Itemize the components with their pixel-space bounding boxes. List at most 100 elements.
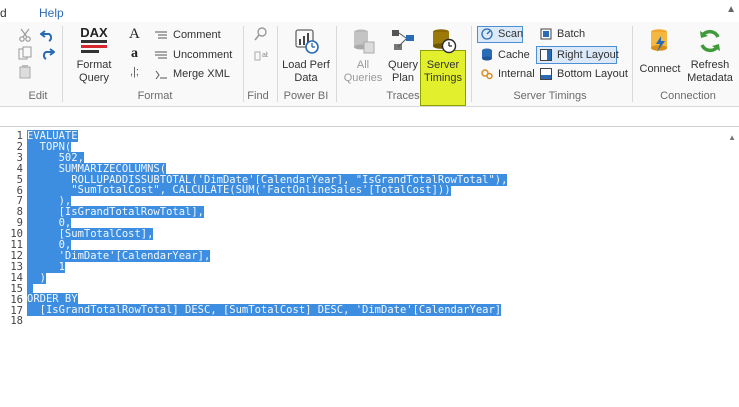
code-line[interactable]: 'DimDate'[CalendarYear],	[27, 249, 507, 262]
internal-icon	[481, 69, 493, 80]
scan-icon	[481, 28, 493, 40]
line-number: 18	[10, 315, 23, 328]
group-separator	[277, 26, 278, 102]
refresh-metadata-button[interactable]: Refresh Metadata	[684, 27, 736, 85]
line-number: 16	[10, 293, 23, 306]
bottom-layout-toggle[interactable]: Bottom Layout	[540, 68, 628, 80]
selected-code-text: "SumTotalCost", CALCULATE(SUM('FactOnlin…	[27, 184, 451, 197]
merge-xml-button[interactable]: Merge XML	[154, 68, 230, 80]
group-separator	[62, 26, 63, 102]
uncomment-label: Uncomment	[173, 49, 233, 61]
refresh-icon	[700, 29, 720, 53]
selected-code-text: [IsGrandTotalRowTotal] DESC, [SumTotalCo…	[27, 304, 502, 317]
server-timings-label-2: Timings	[423, 72, 463, 84]
scan-label: Scan	[498, 28, 524, 40]
query-plan-icon	[392, 30, 414, 50]
find-icon[interactable]	[254, 27, 268, 48]
group-label-edit: Edit	[28, 90, 48, 102]
refresh-metadata-label-1: Refresh	[690, 59, 730, 71]
scan-toggle[interactable]: Scan	[481, 28, 523, 40]
code-line[interactable]	[27, 316, 507, 327]
ribbon: Edit DAX Format Query A a ,|; Comment Un…	[0, 22, 739, 107]
line-number: 15	[10, 282, 23, 295]
all-queries-icon	[354, 29, 375, 54]
connect-icon	[651, 29, 667, 52]
right-layout-toggle[interactable]: Right Layout	[540, 49, 619, 61]
batch-label: Batch	[557, 28, 586, 40]
comment-button[interactable]: Comment	[154, 29, 221, 41]
code-line[interactable]: )	[27, 271, 507, 284]
code-line[interactable]: TOPN(	[27, 140, 507, 153]
svg-text:DAX: DAX	[80, 25, 108, 40]
cache-icon	[482, 48, 492, 61]
group-label-connection: Connection	[660, 90, 716, 102]
scroll-up-icon[interactable]: ▲	[728, 133, 736, 142]
all-queries-button[interactable]: All Queries	[341, 27, 385, 85]
group-separator	[632, 26, 633, 102]
code-line[interactable]: [IsGrandTotalRowTotal],	[27, 206, 507, 219]
load-perf-data-label-2: Data	[294, 72, 318, 84]
ribbon-collapse-icon[interactable]: ▲	[726, 4, 736, 15]
batch-icon	[540, 28, 552, 40]
code-line[interactable]: EVALUATE	[27, 130, 507, 142]
merge-xml-icon	[155, 70, 167, 79]
uppercase-icon[interactable]: A	[129, 26, 140, 43]
code-line[interactable]: "SumTotalCost", CALCULATE(SUM('FactOnlin…	[27, 184, 507, 197]
undo-icon[interactable]	[39, 28, 55, 47]
load-perf-data-button[interactable]: Load Perf Data	[281, 27, 331, 85]
selected-code-text: 'DimDate'[CalendarYear],	[27, 249, 211, 262]
comment-icon	[155, 31, 167, 38]
code-line[interactable]	[27, 282, 507, 295]
code-line[interactable]: 1	[27, 260, 507, 273]
comment-label: Comment	[173, 29, 221, 41]
group-separator	[336, 26, 337, 102]
group-label-server-timings: Server Timings	[513, 90, 587, 102]
selected-code-text: 502,	[27, 151, 84, 164]
menu-item-help[interactable]: Help	[39, 6, 64, 20]
code-line[interactable]: [IsGrandTotalRowTotal] DESC, [SumTotalCo…	[27, 304, 507, 317]
format-query-label-2: Query	[79, 72, 109, 84]
code-line[interactable]: [SumTotalCost],	[27, 228, 507, 241]
lowercase-icon[interactable]: a	[131, 46, 138, 62]
server-timings-icon	[433, 29, 457, 54]
refresh-metadata-label-2: Metadata	[687, 72, 733, 84]
internal-toggle[interactable]: Internal	[481, 68, 535, 80]
all-queries-label-1: All	[356, 59, 370, 71]
right-layout-label: Right Layout	[557, 49, 619, 61]
menu-bar: d Help ▲	[0, 0, 739, 22]
query-plan-label-2: Plan	[391, 72, 415, 84]
query-plan-button[interactable]: Query Plan	[385, 27, 421, 85]
line-number-gutter: 1 2 3 4 5 6 7 8 9 10 11 12 13 14 15 16 17 18	[0, 131, 23, 327]
cut-icon[interactable]	[18, 28, 32, 47]
group-label-format: Format	[137, 90, 173, 102]
code-line[interactable]: SUMMARIZECOLUMNS(	[27, 162, 507, 175]
uncomment-icon	[155, 51, 167, 58]
all-queries-label-2: Queries	[343, 72, 383, 84]
redo-icon[interactable]	[40, 46, 56, 65]
code-area[interactable]: EVALUATE TOPN( 502, SUMMARIZECOLUMNS( RO…	[27, 130, 508, 327]
menu-item-partial[interactable]: d	[0, 6, 7, 20]
batch-toggle[interactable]: Batch	[540, 28, 585, 40]
query-plan-label-1: Query	[388, 59, 418, 71]
svg-text:ab: ab	[262, 52, 268, 59]
server-timings-label-1: Server	[426, 59, 460, 71]
line-number: 5	[16, 173, 23, 186]
merge-xml-label: Merge XML	[173, 68, 230, 80]
connect-button[interactable]: Connect	[637, 27, 683, 76]
swap-delimiters-icon[interactable]: ,|;	[130, 66, 139, 78]
uncomment-button[interactable]: Uncomment	[154, 49, 232, 61]
paste-icon[interactable]	[19, 65, 31, 84]
format-query-button[interactable]: DAX Format Query	[70, 25, 118, 85]
server-timings-button[interactable]: Server Timings	[420, 27, 466, 85]
query-editor[interactable]: 1 2 3 4 5 6 7 8 9 10 11 12 13 14 15 16 17 18 EVALUATE TOP…	[0, 126, 739, 407]
dax-formatter-icon: DAX	[80, 25, 108, 53]
format-query-label-1: Format	[76, 59, 112, 71]
cache-toggle[interactable]: Cache	[481, 48, 530, 61]
bottom-layout-icon	[540, 68, 552, 80]
bottom-layout-label: Bottom Layout	[557, 68, 628, 80]
load-perf-data-label-1: Load Perf	[282, 59, 330, 71]
copy-icon[interactable]	[18, 46, 32, 65]
internal-label: Internal	[498, 68, 535, 80]
selected-code-text: SUMMARIZECOLUMNS(	[27, 162, 167, 175]
replace-icon[interactable]: ab	[254, 48, 270, 67]
